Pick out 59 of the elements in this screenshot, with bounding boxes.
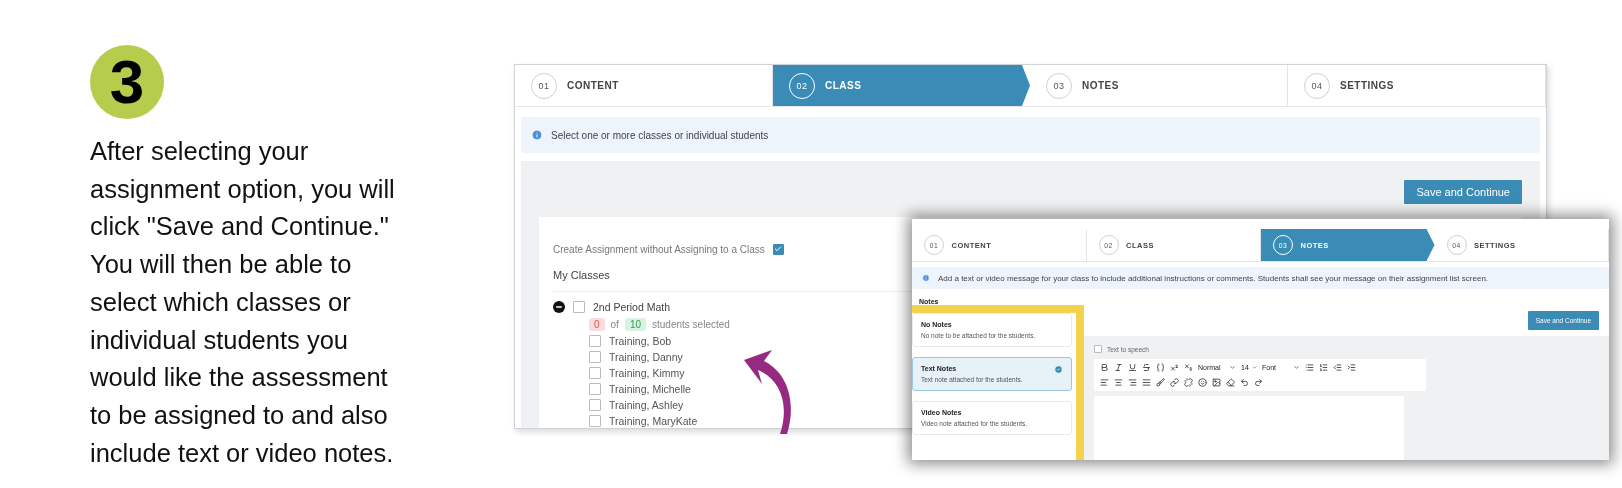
info-icon (922, 274, 930, 282)
checkbox[interactable] (589, 367, 601, 379)
justify-icon[interactable] (1142, 378, 1151, 387)
numbered-list-icon[interactable] (1319, 363, 1328, 372)
wizard-step-tab[interactable]: 03 NOTES (1030, 65, 1288, 106)
check-icon (1054, 365, 1063, 374)
step-number-badge: 3 (90, 45, 164, 119)
align-center-icon[interactable] (1114, 378, 1123, 387)
caret-icon (1251, 364, 1257, 371)
checkbox[interactable] (573, 301, 585, 313)
redo-icon[interactable] (1254, 378, 1263, 387)
caret-icon (1229, 364, 1236, 371)
undo-icon[interactable] (1240, 378, 1249, 387)
italic-icon[interactable] (1114, 363, 1123, 372)
checkbox[interactable] (1094, 345, 1102, 353)
wizard-step-tab[interactable]: 02 CLASS (773, 65, 1030, 106)
total-count: 10 (624, 318, 647, 331)
checkbox[interactable] (589, 335, 601, 347)
info-text: Select one or more classes or individual students (551, 129, 769, 141)
checkbox[interactable] (589, 415, 601, 427)
student-name: Training, Ashley (609, 399, 684, 411)
student-name: Training, Michelle (609, 383, 691, 395)
checkbox[interactable] (589, 383, 601, 395)
student-name: Training, Danny (609, 351, 683, 363)
info-icon (531, 129, 543, 141)
info-text: Add a text or video message for your class to include additional instructions or comments. Students shall see your message on their assignment list screen. (938, 273, 1489, 283)
student-name: Training, Kimmy (609, 367, 685, 379)
underline-icon[interactable] (1128, 363, 1137, 372)
align-right-icon[interactable] (1128, 378, 1137, 387)
smiley-icon[interactable] (1198, 378, 1207, 387)
selected-count: 0 (589, 318, 605, 331)
student-name: Training, Bob (609, 335, 672, 347)
subscript-icon[interactable] (1184, 363, 1193, 372)
count-text: students selected (652, 319, 730, 330)
link-icon[interactable] (1170, 378, 1179, 387)
checkbox[interactable] (772, 243, 784, 255)
bold-icon[interactable] (1100, 363, 1109, 372)
instruction-text: After selecting your assignment option, you will click "Save and Continue." You will then be able to select which classes or individual students you would like the assessment to be assigned to and also include text or video notes. (90, 136, 396, 469)
align-left-icon[interactable] (1100, 378, 1109, 387)
superscript-icon[interactable] (1170, 363, 1179, 372)
save-and-continue-button[interactable]: Save and Continue (1404, 180, 1522, 204)
image-icon[interactable] (1212, 378, 1221, 387)
eraser-icon[interactable] (1226, 378, 1235, 387)
strikethrough-icon[interactable] (1142, 363, 1151, 372)
unlink-icon[interactable] (1184, 378, 1193, 387)
checkbox[interactable] (589, 351, 601, 363)
collapse-icon[interactable] (553, 301, 565, 313)
braces-icon[interactable] (1156, 363, 1165, 372)
outdent-icon[interactable] (1333, 363, 1342, 372)
brush-icon[interactable] (1156, 378, 1165, 387)
bullet-list-icon[interactable] (1305, 363, 1314, 372)
option-label: Create Assignment without Assigning to a Class (553, 243, 765, 255)
checkbox[interactable] (589, 399, 601, 411)
indent-icon[interactable] (1347, 363, 1356, 372)
wizard-step-tab[interactable]: 04 SETTINGS (1288, 65, 1546, 106)
count-text: of (610, 319, 619, 330)
caret-icon (1293, 364, 1300, 371)
class-name: 2nd Period Math (593, 301, 671, 313)
student-name: Training, MaryKate (609, 415, 698, 427)
